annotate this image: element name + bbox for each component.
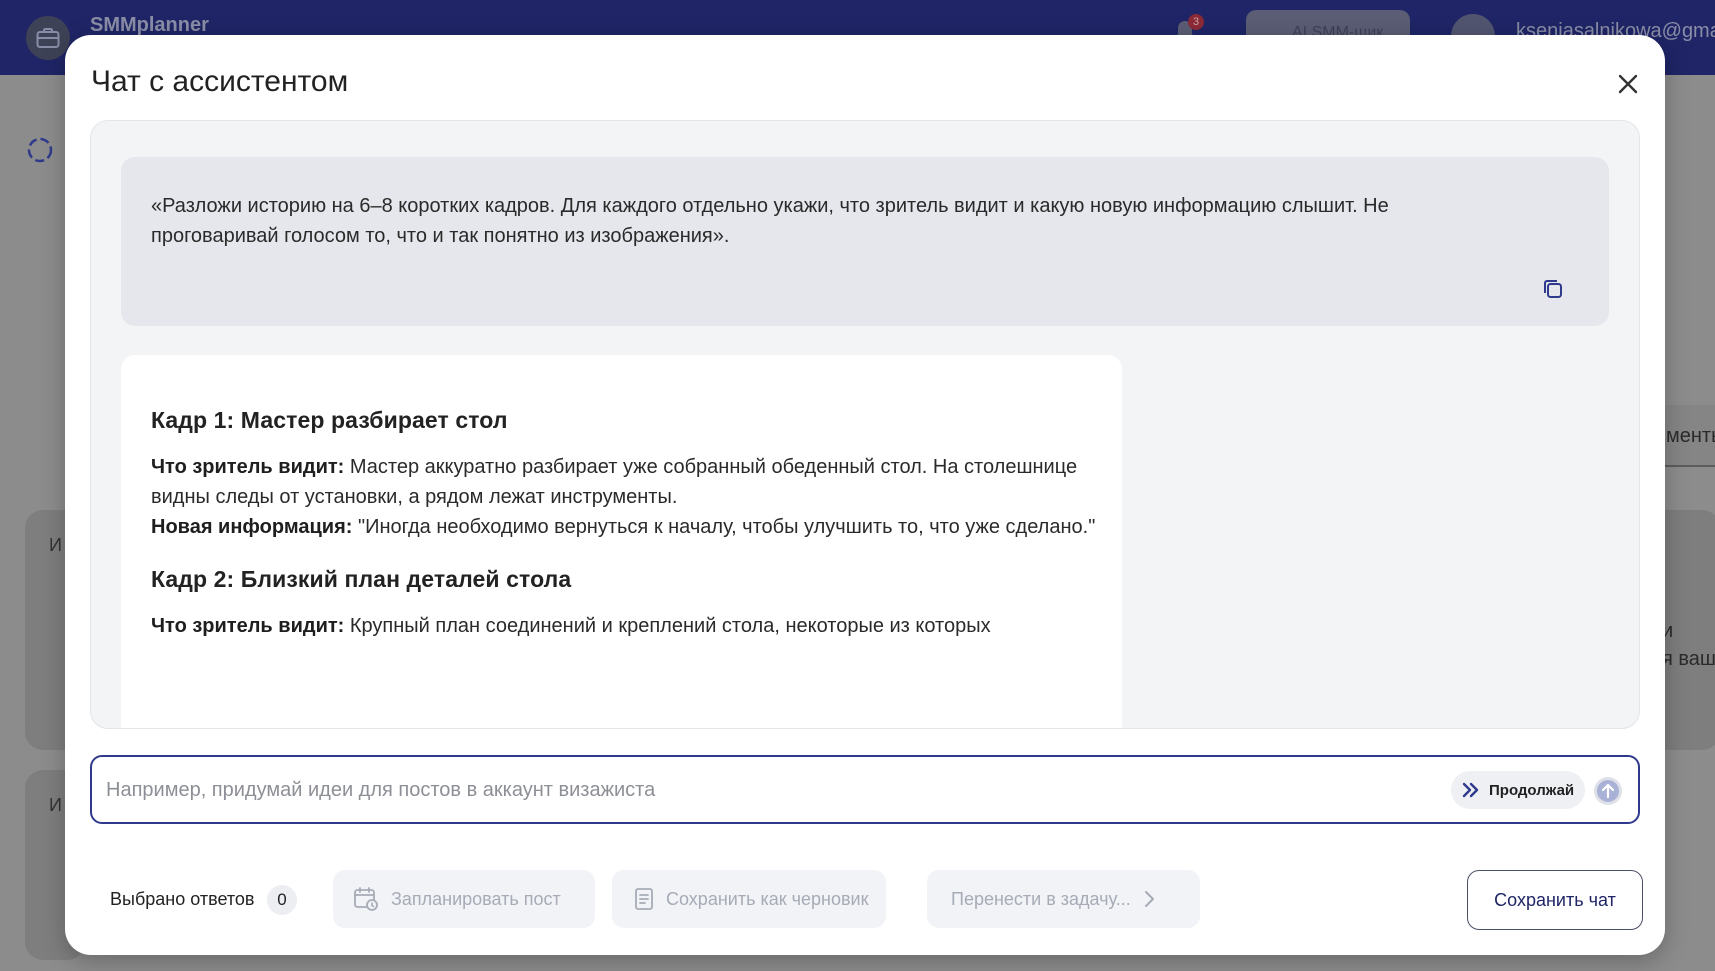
bg-tab[interactable]: менты	[1660, 405, 1715, 467]
frame-sees: Что зритель видит: Мастер аккуратно разб…	[151, 452, 1101, 512]
chat-history[interactable]: «Разложи историю на 6–8 коротких кадров.…	[90, 120, 1640, 729]
modal-title: Чат с ассистентом	[91, 65, 349, 98]
info-text: "Иногда необходимо вернуться к началу, ч…	[352, 516, 1096, 538]
bg-text: я ваш	[1662, 648, 1715, 670]
schedule-post-button[interactable]: Запланировать пост	[333, 870, 595, 928]
openai-icon	[24, 134, 56, 166]
fade-overlay	[121, 665, 1122, 728]
calendar-clock-icon	[354, 887, 378, 911]
close-button[interactable]	[1613, 69, 1643, 99]
move-to-task-button[interactable]: Перенести в задачу...	[927, 870, 1200, 928]
bg-text: и	[1662, 620, 1674, 642]
bg-card-letter: И	[49, 795, 62, 815]
user-message-text: «Разложи историю на 6–8 коротких кадров.…	[151, 195, 1389, 247]
app-name: SMMplanner	[90, 14, 209, 36]
close-icon	[1618, 74, 1638, 94]
selected-answers-label: Выбрано ответов	[110, 889, 255, 909]
user-message[interactable]: «Разложи историю на 6–8 коротких кадров.…	[121, 157, 1609, 326]
continue-label: Продолжай	[1489, 781, 1575, 799]
sees-text: Крупный план соединений и креплений стол…	[344, 615, 991, 637]
selected-answers-count: 0	[267, 885, 297, 915]
chevron-right-icon	[1144, 891, 1154, 907]
copy-button[interactable]	[1539, 275, 1567, 303]
frame-heading: Кадр 2: Близкий план деталей стола	[151, 566, 572, 592]
arrow-up-icon	[1597, 780, 1619, 802]
move-to-task-label: Перенести в задачу...	[951, 888, 1131, 909]
double-chevron-right-icon	[1462, 782, 1479, 798]
document-icon	[635, 888, 653, 910]
send-button[interactable]	[1594, 777, 1622, 805]
frame-heading: Кадр 1: Мастер разбирает стол	[151, 407, 508, 433]
save-draft-label: Сохранить как черновик	[666, 888, 869, 909]
assistant-chat-modal: Чат с ассистентом «Разложи историю на 6–…	[65, 35, 1665, 955]
copy-icon	[1544, 280, 1562, 298]
frame-info: Новая информация: "Иногда необходимо вер…	[151, 512, 1101, 542]
continue-button[interactable]: Продолжай	[1451, 771, 1585, 809]
briefcase-icon[interactable]	[26, 16, 70, 60]
prompt-input[interactable]	[106, 775, 1336, 805]
sees-label: Что зритель видит:	[151, 615, 345, 637]
notification-count: 3	[1188, 14, 1204, 30]
sees-label: Что зритель видит:	[151, 456, 345, 478]
frame-sees: Что зритель видит: Крупный план соединен…	[151, 611, 1101, 641]
save-draft-button[interactable]: Сохранить как черновик	[612, 870, 886, 928]
prompt-input-container[interactable]: Продолжай	[90, 755, 1640, 824]
bg-card-letter: И	[49, 535, 62, 555]
save-chat-button[interactable]: Сохранить чат	[1467, 870, 1643, 930]
assistant-message[interactable]: Кадр 1: Мастер разбирает стол Что зрител…	[121, 355, 1122, 728]
schedule-post-label: Запланировать пост	[391, 888, 561, 909]
info-label: Новая информация:	[151, 516, 353, 538]
